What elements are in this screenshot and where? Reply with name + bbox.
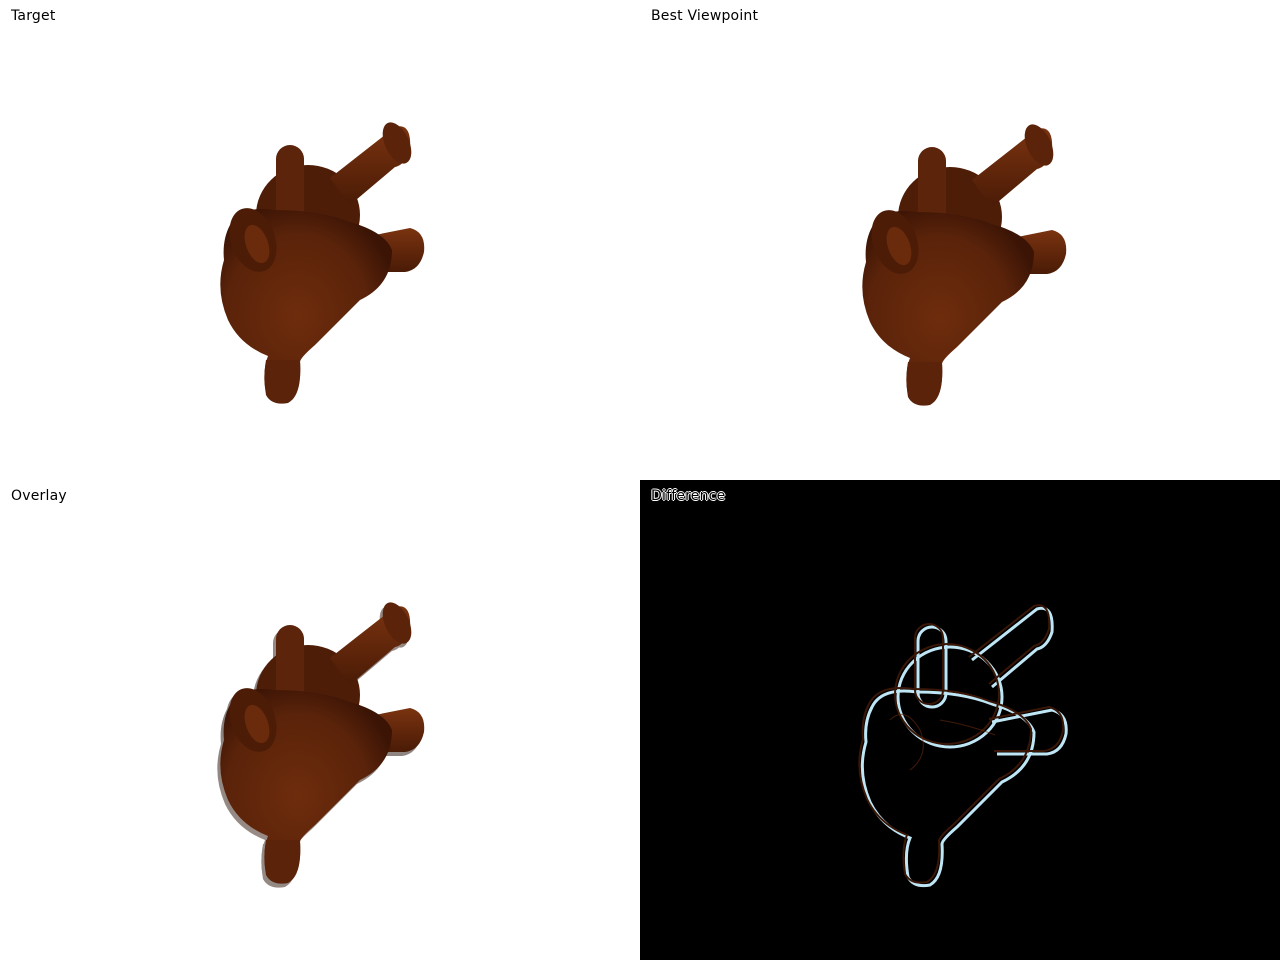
difference-panel: Difference [640, 480, 1280, 960]
difference-model-render [858, 604, 1068, 888]
best-viewpoint-model-render [862, 119, 1067, 406]
best-viewpoint-panel: Best Viewpoint [640, 0, 1280, 480]
best-viewpoint-label: Best Viewpoint [651, 8, 759, 24]
target-panel: Target [0, 0, 640, 480]
difference-label: Difference [651, 488, 726, 504]
overlay-label: Overlay [11, 488, 67, 504]
target-label: Target [11, 8, 56, 24]
overlay-model-render [217, 597, 425, 888]
overlay-panel: Overlay [0, 480, 640, 960]
target-model-render [220, 117, 425, 404]
